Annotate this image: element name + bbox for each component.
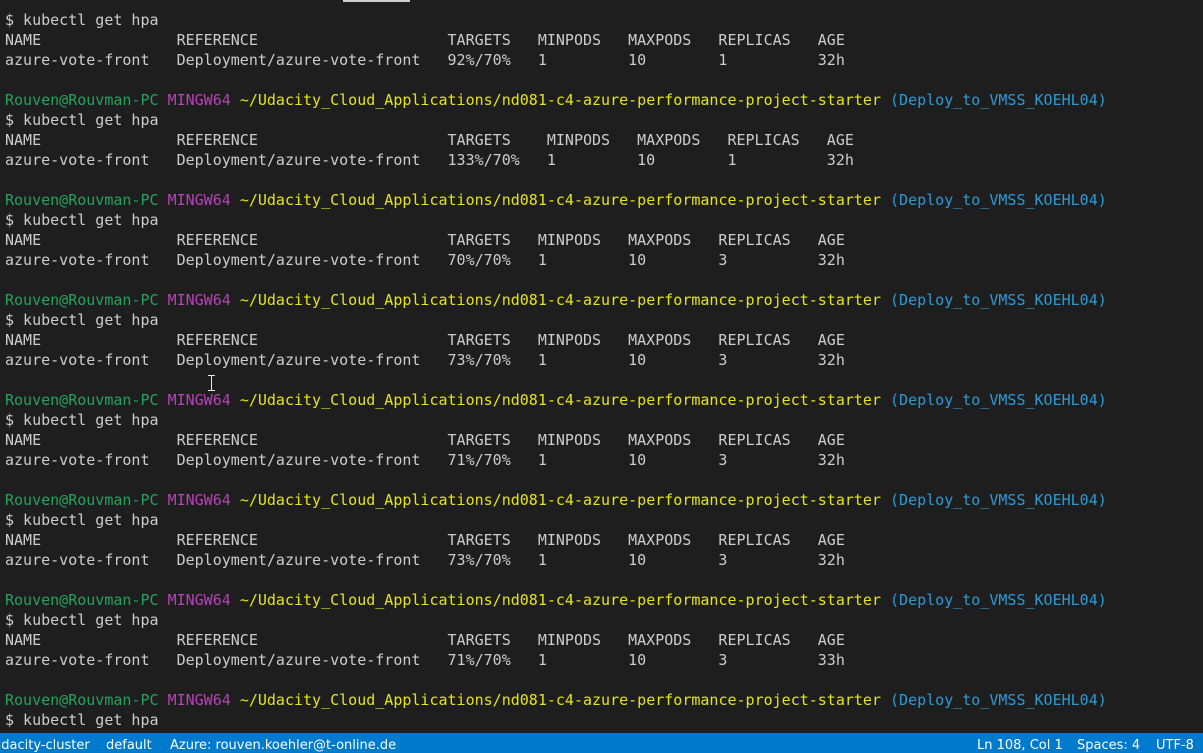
command-text: $ kubectl get hpa	[5, 711, 159, 729]
scrolled-selection-mark	[343, 0, 410, 2]
prompt-line: Rouven@Rouvman-PC MINGW64 ~/Udacity_Clou…	[5, 190, 1200, 210]
table-row: azure-vote-front Deployment/azure-vote-f…	[5, 550, 1200, 570]
command-line: $ kubectl get hpa	[5, 210, 1200, 230]
table-header: NAME REFERENCE TARGETS MINPODS MAXPODS R…	[5, 430, 1200, 450]
command-text: $ kubectl get hpa	[5, 211, 159, 229]
command-text: $ kubectl get hpa	[5, 511, 159, 529]
prompt-user: Rouven@Rouvman-PC	[5, 291, 159, 309]
prompt-line: Rouven@Rouvman-PC MINGW64 ~/Udacity_Clou…	[5, 490, 1200, 510]
table-row-text: azure-vote-front Deployment/azure-vote-f…	[5, 551, 845, 569]
prompt-path: ~/Udacity_Cloud_Applications/nd081-c4-az…	[239, 391, 881, 409]
prompt-system: MINGW64	[167, 291, 231, 309]
table-header-text: NAME REFERENCE TARGETS MINPODS MAXPODS R…	[5, 331, 845, 349]
command-line: $ kubectl get hpa	[5, 410, 1200, 430]
prompt-path: ~/Udacity_Cloud_Applications/nd081-c4-az…	[239, 91, 881, 109]
table-header-text: NAME REFERENCE TARGETS MINPODS MAXPODS R…	[5, 431, 845, 449]
table-row: azure-vote-front Deployment/azure-vote-f…	[5, 650, 1200, 670]
command-line: $ kubectl get hpa	[5, 10, 1200, 30]
command-text: $ kubectl get hpa	[5, 411, 159, 429]
table-row-text: azure-vote-front Deployment/azure-vote-f…	[5, 151, 854, 169]
prompt-branch: (Deploy_to_VMSS_KOEHL04)	[890, 591, 1107, 609]
prompt-line: Rouven@Rouvman-PC MINGW64 ~/Udacity_Clou…	[5, 390, 1200, 410]
prompt-user: Rouven@Rouvman-PC	[5, 91, 159, 109]
status-indentation[interactable]: Spaces: 4	[1077, 733, 1140, 753]
table-header: NAME REFERENCE TARGETS MINPODS MAXPODS R…	[5, 230, 1200, 250]
prompt-branch: (Deploy_to_VMSS_KOEHL04)	[890, 91, 1107, 109]
table-row: azure-vote-front Deployment/azure-vote-f…	[5, 250, 1200, 270]
text-cursor-icon	[207, 375, 216, 391]
prompt-branch: (Deploy_to_VMSS_KOEHL04)	[890, 391, 1107, 409]
command-line: $ kubectl get hpa	[5, 110, 1200, 130]
table-header-text: NAME REFERENCE TARGETS MINPODS MAXPODS R…	[5, 631, 845, 649]
prompt-user: Rouven@Rouvman-PC	[5, 591, 159, 609]
prompt-line: Rouven@Rouvman-PC MINGW64 ~/Udacity_Clou…	[5, 690, 1200, 710]
prompt-system: MINGW64	[167, 391, 231, 409]
prompt-system: MINGW64	[167, 691, 231, 709]
prompt-path: ~/Udacity_Cloud_Applications/nd081-c4-az…	[239, 291, 881, 309]
prompt-line: Rouven@Rouvman-PC MINGW64 ~/Udacity_Clou…	[5, 90, 1200, 110]
table-row: azure-vote-front Deployment/azure-vote-f…	[5, 50, 1200, 70]
table-row: azure-vote-front Deployment/azure-vote-f…	[5, 450, 1200, 470]
prompt-path: ~/Udacity_Cloud_Applications/nd081-c4-az…	[239, 691, 881, 709]
status-namespace[interactable]: default	[106, 733, 152, 753]
table-row-text: azure-vote-front Deployment/azure-vote-f…	[5, 351, 845, 369]
table-header-text: NAME REFERENCE TARGETS MINPODS MAXPODS R…	[5, 231, 845, 249]
command-line: $ kubectl get hpa	[5, 610, 1200, 630]
prompt-user: Rouven@Rouvman-PC	[5, 691, 159, 709]
prompt-user: Rouven@Rouvman-PC	[5, 391, 159, 409]
table-header-text: NAME REFERENCE TARGETS MINPODS MAXPODS R…	[5, 531, 845, 549]
prompt-system: MINGW64	[167, 491, 231, 509]
prompt-branch: (Deploy_to_VMSS_KOEHL04)	[890, 191, 1107, 209]
table-header: NAME REFERENCE TARGETS MINPODS MAXPODS R…	[5, 30, 1200, 50]
table-header-text: NAME REFERENCE TARGETS MINPODS MAXPODS R…	[5, 31, 845, 49]
prompt-system: MINGW64	[167, 191, 231, 209]
table-row: azure-vote-front Deployment/azure-vote-f…	[5, 350, 1200, 370]
terminal-output[interactable]: $ kubectl get hpa NAME REFERENCE TARGETS…	[5, 10, 1200, 730]
status-encoding[interactable]: UTF-8	[1156, 733, 1194, 753]
prompt-user: Rouven@Rouvman-PC	[5, 491, 159, 509]
command-text: $ kubectl get hpa	[5, 311, 159, 329]
status-cursor-position[interactable]: Ln 108, Col 1	[977, 733, 1063, 753]
table-header: NAME REFERENCE TARGETS MINPODS MAXPODS R…	[5, 630, 1200, 650]
table-header: NAME REFERENCE TARGETS MINPODS MAXPODS R…	[5, 530, 1200, 550]
command-line: $ kubectl get hpa	[5, 510, 1200, 530]
table-header-text: NAME REFERENCE TARGETS MINPODS MAXPODS R…	[5, 131, 854, 149]
command-line[interactable]: $ kubectl get hpa	[5, 710, 1200, 730]
prompt-system: MINGW64	[167, 91, 231, 109]
table-row-text: azure-vote-front Deployment/azure-vote-f…	[5, 451, 845, 469]
prompt-path: ~/Udacity_Cloud_Applications/nd081-c4-az…	[239, 491, 881, 509]
prompt-line: Rouven@Rouvman-PC MINGW64 ~/Udacity_Clou…	[5, 290, 1200, 310]
terminal-panel[interactable]: $ kubectl get hpa NAME REFERENCE TARGETS…	[0, 0, 1203, 733]
command-line: $ kubectl get hpa	[5, 310, 1200, 330]
table-row: azure-vote-front Deployment/azure-vote-f…	[5, 150, 1200, 170]
command-text: $ kubectl get hpa	[5, 611, 159, 629]
prompt-user: Rouven@Rouvman-PC	[5, 191, 159, 209]
prompt-line: Rouven@Rouvman-PC MINGW64 ~/Udacity_Clou…	[5, 590, 1200, 610]
prompt-branch: (Deploy_to_VMSS_KOEHL04)	[890, 691, 1107, 709]
prompt-branch: (Deploy_to_VMSS_KOEHL04)	[890, 491, 1107, 509]
status-cluster[interactable]: udacity-cluster	[0, 733, 90, 753]
status-bar: udacity-cluster default Azure: rouven.ko…	[0, 733, 1203, 753]
command-text: $ kubectl get hpa	[5, 111, 159, 129]
prompt-branch: (Deploy_to_VMSS_KOEHL04)	[890, 291, 1107, 309]
prompt-system: MINGW64	[167, 591, 231, 609]
prompt-path: ~/Udacity_Cloud_Applications/nd081-c4-az…	[239, 191, 881, 209]
table-row-text: azure-vote-front Deployment/azure-vote-f…	[5, 51, 845, 69]
table-header: NAME REFERENCE TARGETS MINPODS MAXPODS R…	[5, 130, 1200, 150]
prompt-path: ~/Udacity_Cloud_Applications/nd081-c4-az…	[239, 591, 881, 609]
command-text: $ kubectl get hpa	[5, 11, 159, 29]
status-azure-account[interactable]: Azure: rouven.koehler@t-online.de	[170, 733, 396, 753]
table-row-text: azure-vote-front Deployment/azure-vote-f…	[5, 251, 845, 269]
table-header: NAME REFERENCE TARGETS MINPODS MAXPODS R…	[5, 330, 1200, 350]
table-row-text: azure-vote-front Deployment/azure-vote-f…	[5, 651, 845, 669]
